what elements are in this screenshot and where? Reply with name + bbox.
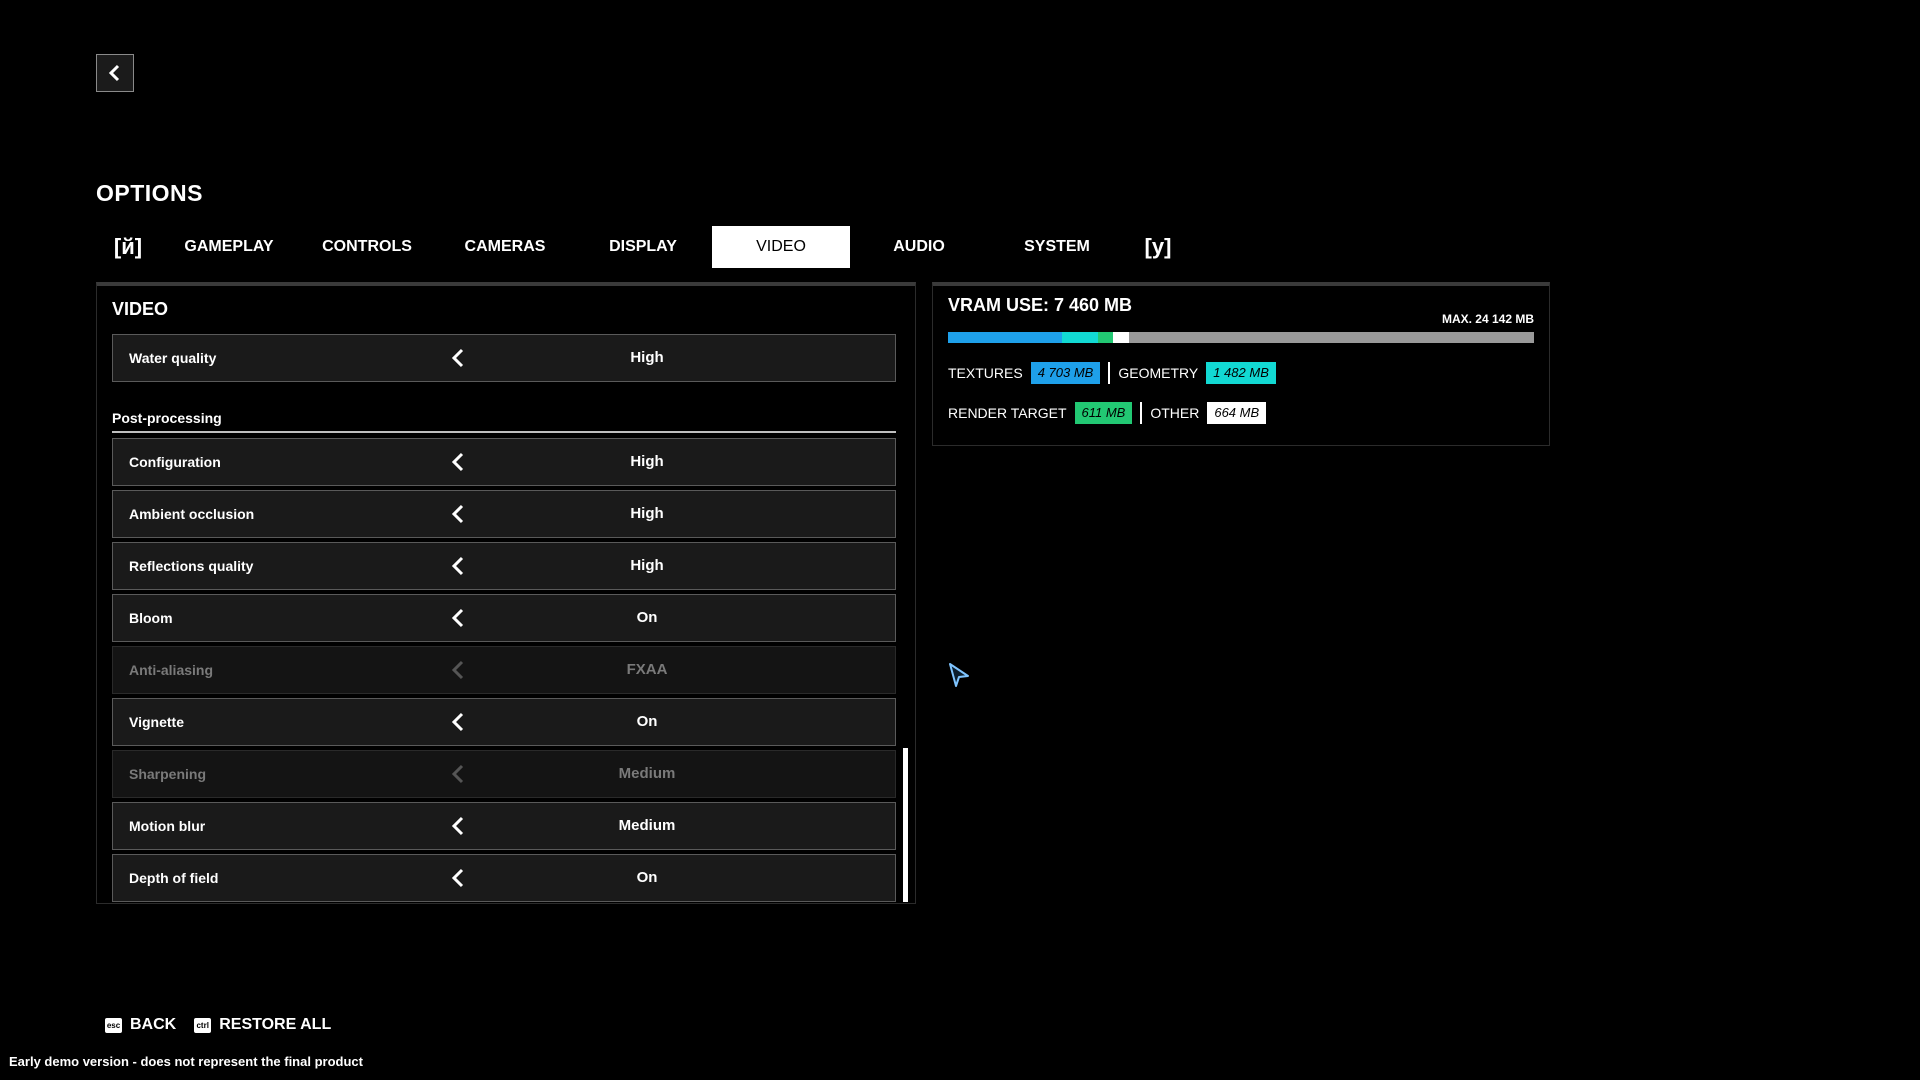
tab-system[interactable]: SYSTEM	[988, 226, 1126, 268]
setting-value: High	[630, 349, 664, 366]
vram-legend-row-1: TEXTURES 4 703 MB GEOMETRY 1 482 MB	[948, 362, 1284, 384]
chevron-left-icon[interactable]	[448, 607, 470, 629]
tab-cameras[interactable]: CAMERAS	[436, 226, 574, 268]
setting-label: Vignette	[129, 714, 184, 730]
vram-segment-other	[1112, 332, 1130, 343]
vram-segment-geometry	[1062, 332, 1099, 343]
tab-gameplay[interactable]: GAMEPLAY	[160, 226, 298, 268]
page-title: OPTIONS	[96, 180, 204, 206]
setting-label: Depth of field	[129, 870, 219, 886]
chevron-left-icon	[451, 660, 464, 680]
setting-row-vignette[interactable]: Vignette On	[112, 698, 896, 746]
section-divider	[112, 431, 896, 433]
chevron-left-icon[interactable]	[448, 867, 470, 889]
setting-value: High	[630, 557, 664, 574]
chevron-left-icon	[108, 64, 120, 82]
tab-next-key[interactable]: [y]	[1126, 226, 1190, 268]
chevron-left-icon[interactable]	[448, 711, 470, 733]
legend-name-geometry: GEOMETRY	[1118, 365, 1199, 381]
setting-value: High	[630, 505, 664, 522]
chevron-left-icon[interactable]	[448, 347, 470, 369]
setting-label: Configuration	[129, 454, 221, 470]
setting-value: High	[630, 453, 664, 470]
tab-controls[interactable]: CONTROLS	[298, 226, 436, 268]
setting-row-configuration[interactable]: Configuration High	[112, 438, 896, 486]
chevron-left-icon[interactable]	[448, 815, 470, 837]
back-action-label: BACK	[130, 1016, 177, 1033]
setting-row-motion-blur[interactable]: Motion blur Medium	[112, 802, 896, 850]
back-action[interactable]: esc BACK	[105, 1016, 176, 1034]
mouse-cursor-icon	[949, 663, 969, 687]
legend-badge-geometry: 1 482 MB	[1206, 362, 1276, 384]
tab-video[interactable]: VIDEO	[712, 226, 850, 268]
vram-panel: VRAM USE: 7 460 MB MAX. 24 142 MB TEXTUR…	[932, 282, 1550, 446]
chevron-left-icon	[451, 764, 464, 784]
ctrl-key-icon: ctrl	[194, 1017, 212, 1033]
vram-usage-bar	[948, 332, 1534, 343]
setting-row-bloom[interactable]: Bloom On	[112, 594, 896, 642]
setting-row-ambient-occlusion[interactable]: Ambient occlusion High	[112, 490, 896, 538]
legend-badge-textures: 4 703 MB	[1030, 362, 1101, 384]
setting-value: On	[636, 713, 658, 730]
back-button[interactable]	[96, 54, 134, 92]
legend-name-render-target: RENDER TARGET	[948, 405, 1067, 421]
vram-max: MAX. 24 142 MB	[1441, 312, 1534, 326]
vram-segment-render-target	[1098, 332, 1113, 343]
setting-value: On	[636, 869, 658, 886]
chevron-left-icon[interactable]	[448, 503, 470, 525]
legend-badge-other: 664 MB	[1207, 402, 1267, 424]
setting-value: FXAA	[626, 661, 668, 678]
setting-value: On	[636, 609, 658, 626]
tab-display[interactable]: DISPLAY	[574, 226, 712, 268]
legend-separator	[1108, 362, 1111, 384]
setting-row-reflections-quality[interactable]: Reflections quality High	[112, 542, 896, 590]
legend-badge-render-target: 611 MB	[1074, 402, 1133, 424]
panel-title: VIDEO	[112, 299, 169, 319]
vram-title: VRAM USE: 7 460 MB	[948, 295, 1133, 315]
chevron-left-icon[interactable]	[448, 555, 470, 577]
demo-disclaimer: Early demo version - does not represent …	[9, 1054, 363, 1069]
setting-row-anti-aliasing: Anti-aliasing FXAA	[112, 646, 896, 694]
setting-row-water-quality[interactable]: Water quality High	[112, 334, 896, 382]
setting-value: Medium	[618, 817, 676, 834]
tab-bar: [й] GAMEPLAY CONTROLS CAMERAS DISPLAY VI…	[96, 226, 1190, 268]
footer-actions: esc BACK ctrl RESTORE ALL	[105, 1016, 349, 1034]
setting-label: Bloom	[129, 610, 173, 626]
setting-value: Medium	[618, 765, 676, 782]
restore-all-label: RESTORE ALL	[219, 1016, 332, 1033]
section-label-post-processing: Post-processing	[112, 410, 222, 426]
chevron-left-icon[interactable]	[448, 451, 470, 473]
esc-key-icon: esc	[105, 1017, 122, 1033]
tab-prev-key[interactable]: [й]	[96, 226, 160, 268]
setting-label: Anti-aliasing	[129, 662, 214, 678]
setting-label: Ambient occlusion	[129, 506, 255, 522]
setting-label: Water quality	[129, 350, 217, 366]
tab-audio[interactable]: AUDIO	[850, 226, 988, 268]
vram-segment-textures	[948, 332, 1063, 343]
legend-name-textures: TEXTURES	[948, 365, 1023, 381]
setting-label: Reflections quality	[129, 558, 254, 574]
vram-legend-row-2: RENDER TARGET 611 MB OTHER 664 MB	[948, 402, 1274, 424]
legend-separator	[1140, 402, 1143, 424]
setting-row-sharpening: Sharpening Medium	[112, 750, 896, 798]
scrollbar-thumb[interactable]	[903, 748, 908, 902]
setting-label: Sharpening	[129, 766, 207, 782]
restore-all-action[interactable]: ctrl RESTORE ALL	[194, 1016, 331, 1034]
setting-row-depth-of-field[interactable]: Depth of field On	[112, 854, 896, 902]
video-settings-panel: VIDEO Water quality High Post-processing…	[96, 282, 916, 904]
legend-name-other: OTHER	[1150, 405, 1200, 421]
setting-label: Motion blur	[129, 818, 206, 834]
